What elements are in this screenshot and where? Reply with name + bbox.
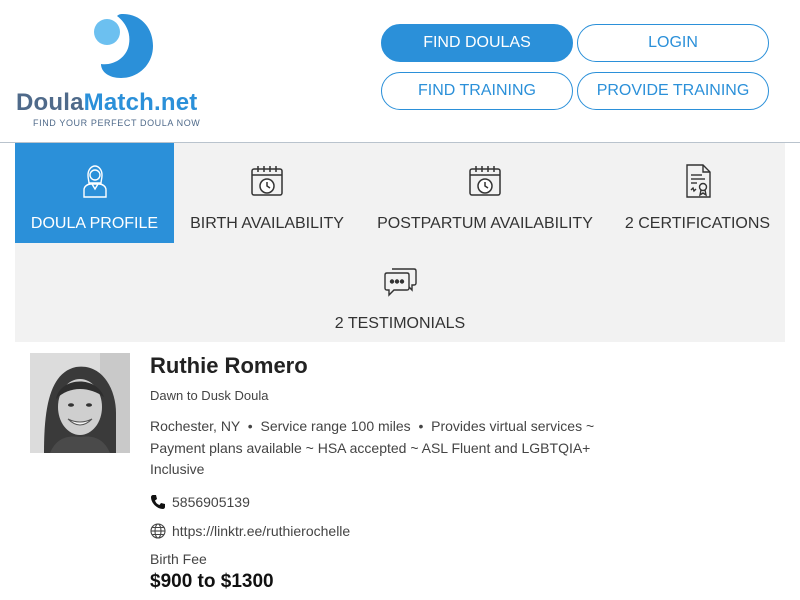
- logo-text: DoulaMatch.net: [16, 89, 198, 116]
- tab-label: BIRTH AVAILABILITY: [190, 215, 344, 232]
- tab-certifications[interactable]: 2 CERTIFICATIONS: [610, 143, 785, 243]
- doula-photo: [30, 353, 130, 453]
- find-doulas-button[interactable]: FIND DOULAS: [381, 24, 573, 62]
- doula-name: Ruthie Romero: [150, 353, 308, 378]
- phone-row[interactable]: 5856905139: [150, 494, 250, 510]
- phone-icon: [151, 495, 165, 509]
- provide-training-button[interactable]: PROVIDE TRAINING: [577, 72, 769, 110]
- certificate-icon: [685, 164, 711, 198]
- payment-options-text: Payment plans available ~ HSA accepted ~…: [150, 439, 591, 456]
- website-row[interactable]: https://linktr.ee/ruthierochelle: [150, 523, 350, 539]
- find-training-button[interactable]: FIND TRAINING: [381, 72, 573, 110]
- virtual-services-text: Provides virtual services ~: [431, 418, 595, 434]
- bullet-separator: •: [243, 418, 257, 434]
- inclusive-text: Inclusive: [150, 461, 205, 477]
- tab-label: DOULA PROFILE: [30, 215, 159, 232]
- tab-label: 2 TESTIMONIALS: [334, 315, 466, 332]
- doula-person-icon: [82, 165, 107, 198]
- website-link[interactable]: https://linktr.ee/ruthierochelle: [172, 523, 350, 539]
- logo-mark-icon: [94, 14, 153, 78]
- logo-tagline: FIND YOUR PERFECT DOULA NOW: [33, 118, 201, 128]
- doula-service-details: Rochester, NY • Service range 100 miles …: [150, 416, 640, 481]
- location-text: Rochester, NY: [150, 418, 241, 434]
- birth-fee-label: Birth Fee: [150, 551, 207, 567]
- birth-fee-value: $900 to $1300: [150, 571, 274, 592]
- service-range-text: Service range 100 miles: [260, 418, 411, 434]
- profile-tabs: DOULA PROFILE BIRTH AVAILABILITY POSTPAR…: [15, 143, 785, 342]
- login-button[interactable]: LOGIN: [577, 24, 769, 62]
- phone-number: 5856905139: [172, 494, 250, 510]
- calendar-clock-icon: [469, 166, 501, 196]
- tab-label: 2 CERTIFICATIONS: [624, 215, 771, 232]
- tab-doula-profile[interactable]: DOULA PROFILE: [15, 143, 174, 243]
- tab-birth-availability[interactable]: BIRTH AVAILABILITY: [174, 143, 360, 243]
- doula-business-name: Dawn to Dusk Doula: [150, 388, 269, 403]
- site-logo[interactable]: DoulaMatch.net FIND YOUR PERFECT DOULA N…: [16, 12, 226, 132]
- tab-testimonials[interactable]: 2 TESTIMONIALS: [320, 243, 480, 342]
- bullet-separator: •: [414, 418, 428, 434]
- calendar-clock-icon: [251, 166, 283, 196]
- tab-postpartum-availability[interactable]: POSTPARTUM AVAILABILITY: [360, 143, 610, 243]
- chat-bubbles-icon: [384, 268, 417, 297]
- tab-label: POSTPARTUM AVAILABILITY: [377, 215, 593, 232]
- globe-icon: [150, 523, 166, 539]
